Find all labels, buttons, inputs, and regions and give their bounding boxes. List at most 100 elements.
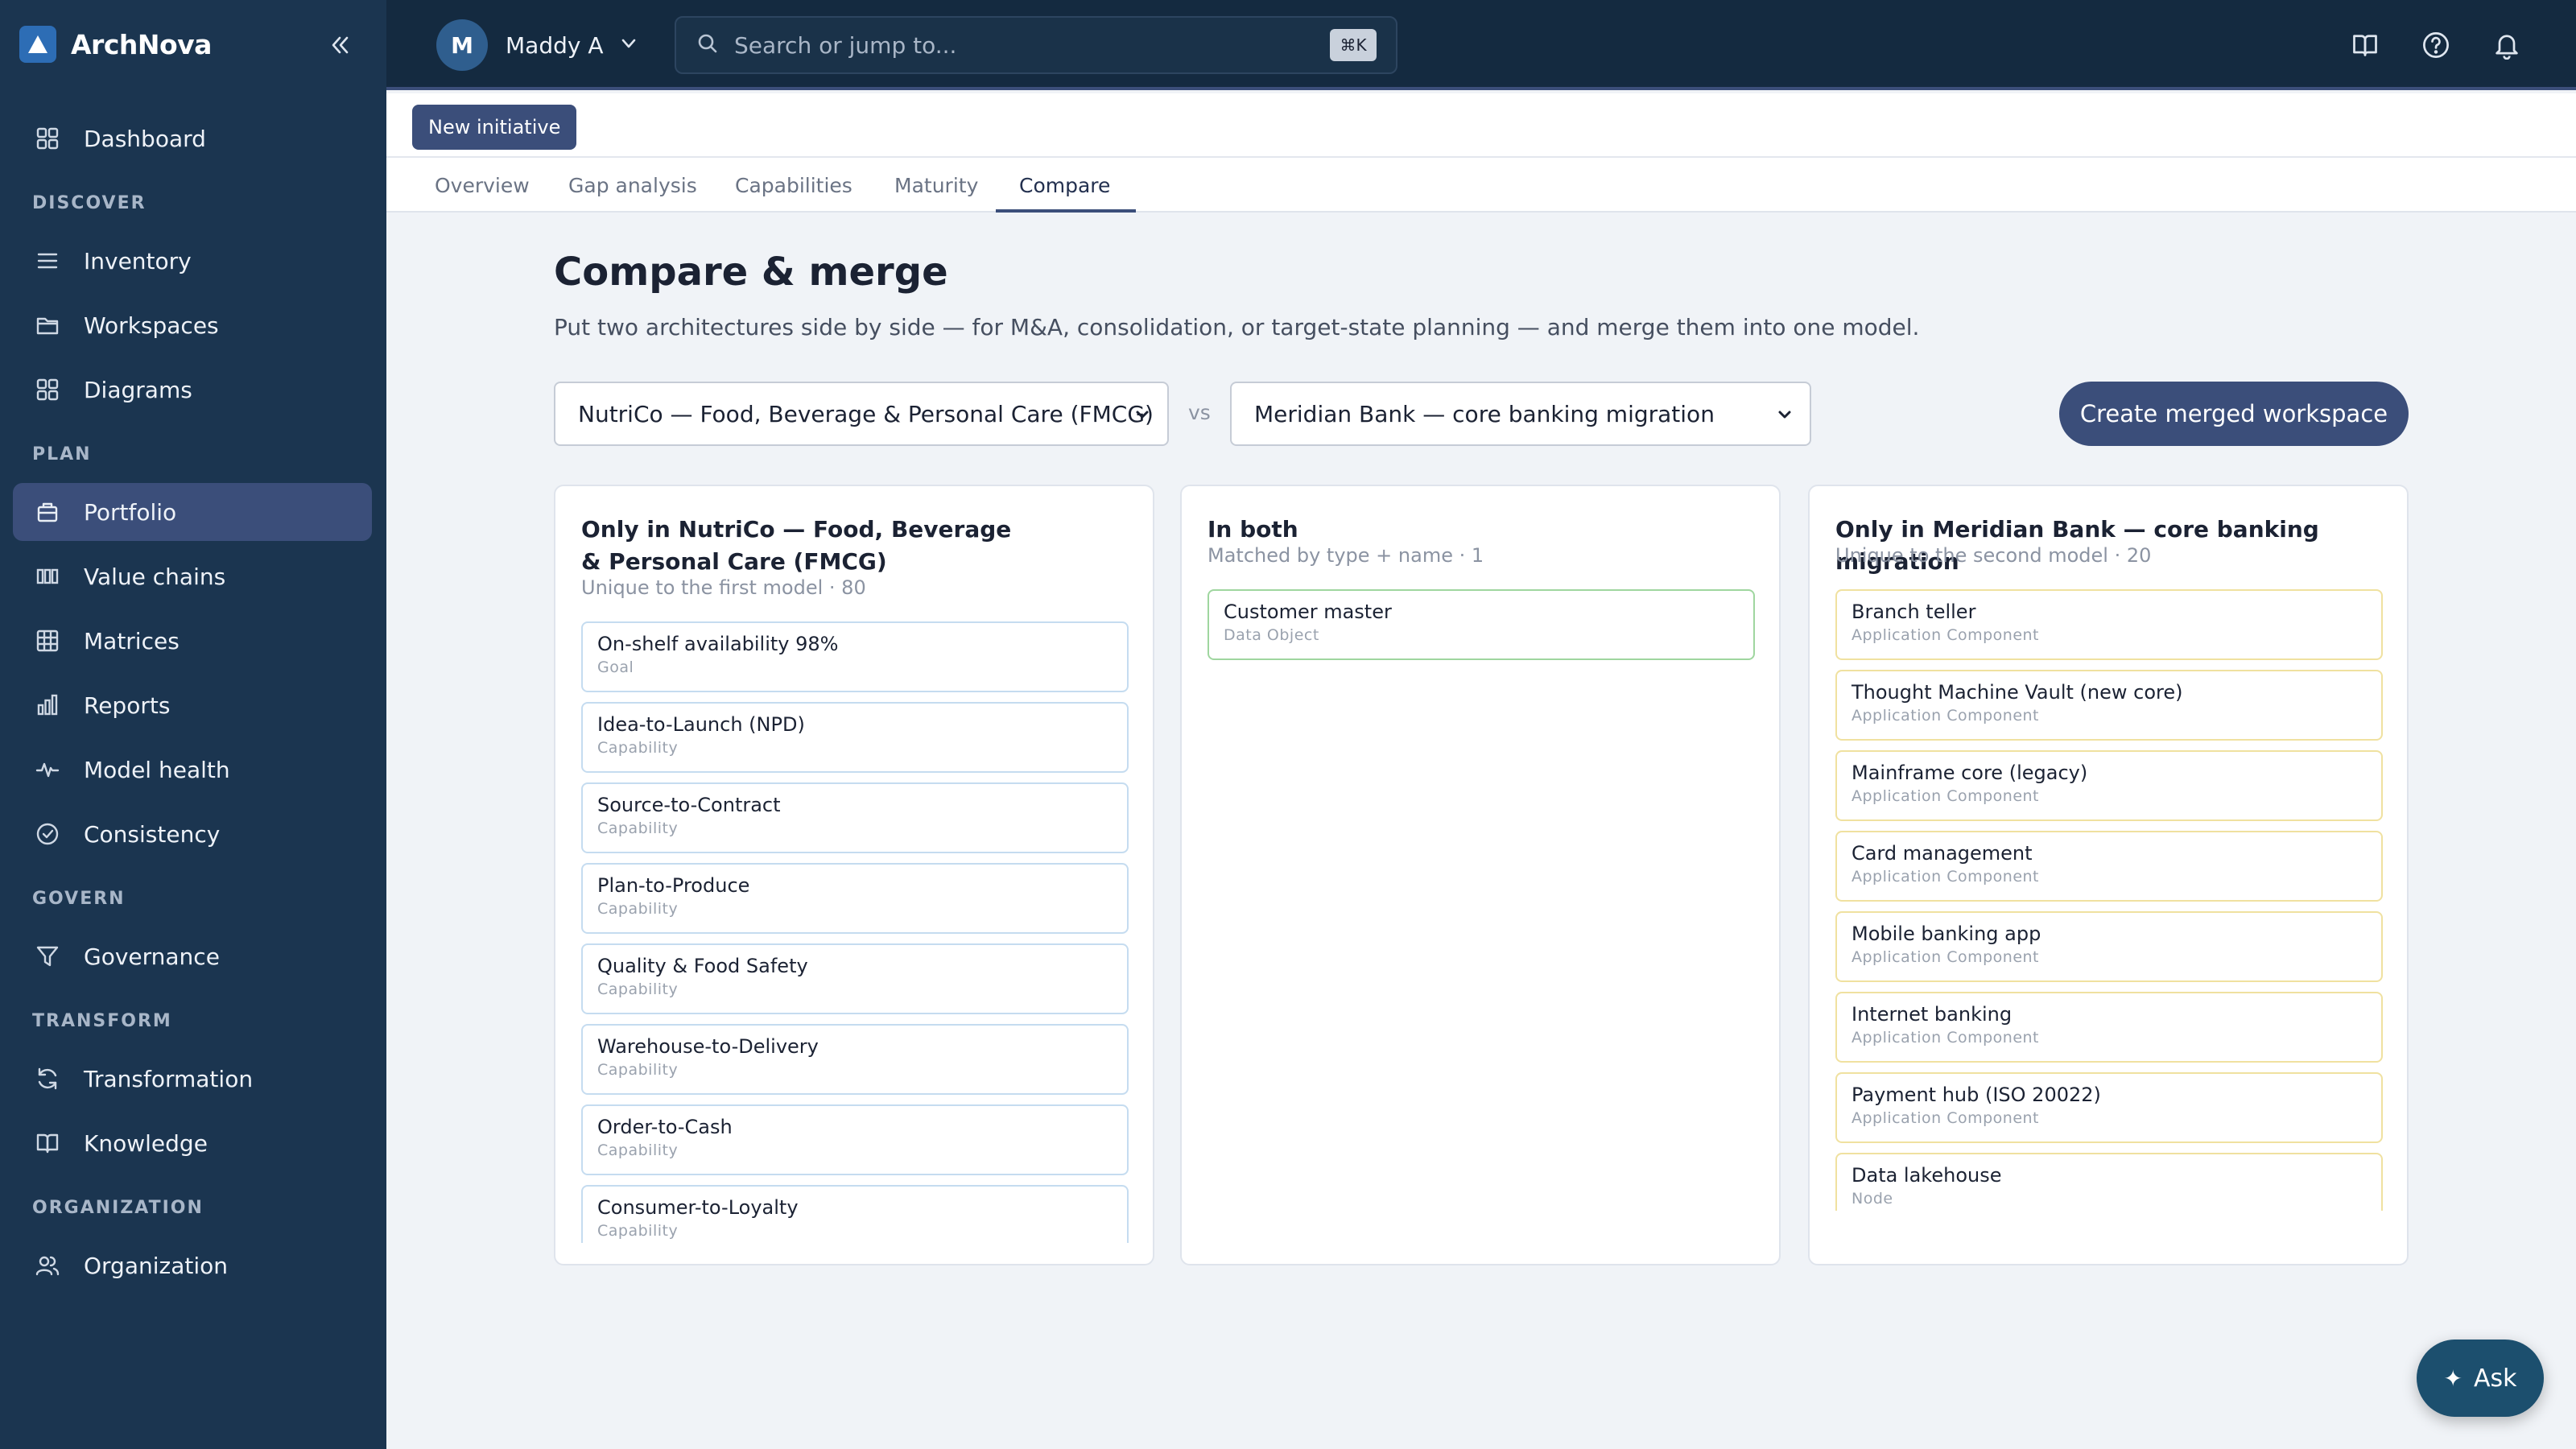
vs-label: vs xyxy=(1188,401,1211,424)
second-model-selected: Meridian Bank — core banking migration xyxy=(1254,400,1715,427)
panel-title: In both xyxy=(1208,516,1298,543)
ask-assistant-button[interactable]: ✦ Ask xyxy=(2417,1340,2544,1417)
item-name: Payment hub (ISO 20022) xyxy=(1852,1084,2101,1106)
panel-meta: Unique to the second model · 20 xyxy=(1835,544,2152,567)
tab-gap-analysis[interactable]: Gap analysis xyxy=(568,158,697,213)
tabs-bar: Overview Gap analysis Capabilities Matur… xyxy=(386,158,2576,213)
panel-meta: Unique to the first model · 80 xyxy=(581,576,866,599)
tab-capabilities[interactable]: Capabilities xyxy=(735,158,852,213)
refresh-icon xyxy=(32,1063,63,1094)
second-only-list: Branch teller Application Component Thoug… xyxy=(1835,589,2383,1211)
user-menu[interactable]: M Maddy A xyxy=(436,19,639,71)
keyboard-shortcut-badge: ⌘K xyxy=(1330,29,1377,61)
tab-overview[interactable]: Overview xyxy=(435,158,530,213)
item-name: On-shelf availability 98% xyxy=(597,633,839,655)
list-item[interactable]: Mobile banking app Application Component xyxy=(1835,911,2383,982)
list-item[interactable]: Source-to-Contract Capability xyxy=(581,782,1129,853)
page-subtitle: Put two architectures side by side — for… xyxy=(554,314,1920,341)
active-tab-indicator xyxy=(996,209,1136,213)
sidebar-item-reports[interactable]: Reports xyxy=(13,676,372,734)
sidebar-item-diagrams[interactable]: Diagrams xyxy=(13,361,372,419)
new-initiative-button[interactable]: New initiative xyxy=(412,105,577,150)
check-circle-icon xyxy=(32,819,63,849)
list-item[interactable]: Card management Application Component xyxy=(1835,831,2383,902)
tab-compare[interactable]: Compare xyxy=(1019,158,1110,213)
bell-icon[interactable] xyxy=(2484,23,2529,68)
item-type: Capability xyxy=(597,819,679,837)
search-bar[interactable]: ⌘K xyxy=(675,16,1397,74)
list-item[interactable]: Branch teller Application Component xyxy=(1835,589,2383,660)
sidebar-item-matrices[interactable]: Matrices xyxy=(13,612,372,670)
list-item[interactable]: Quality & Food Safety Capability xyxy=(581,943,1129,1014)
item-type: Capability xyxy=(597,739,679,757)
users-icon xyxy=(32,1250,63,1281)
sidebar-item-label: Portfolio xyxy=(84,498,177,526)
item-name: Warehouse-to-Delivery xyxy=(597,1035,819,1058)
archnova-logo-icon xyxy=(19,26,56,63)
item-type: Node xyxy=(1852,1190,1893,1208)
item-type: Capability xyxy=(597,900,679,918)
sidebar-item-label: Model health xyxy=(84,756,230,783)
list-item[interactable]: Internet banking Application Component xyxy=(1835,992,2383,1063)
sidebar-item-knowledge[interactable]: Knowledge xyxy=(13,1114,372,1172)
sidebar-item-transformation[interactable]: Transformation xyxy=(13,1050,372,1108)
sidebar-item-consistency[interactable]: Consistency xyxy=(13,805,372,863)
item-name: Data lakehouse xyxy=(1852,1164,2002,1187)
list-item[interactable]: Payment hub (ISO 20022) Application Compo… xyxy=(1835,1072,2383,1143)
sidebar-item-dashboard[interactable]: Dashboard xyxy=(13,109,372,167)
second-model-select[interactable]: Meridian Bank — core banking migration xyxy=(1230,382,1811,446)
item-name: Plan-to-Produce xyxy=(597,874,750,897)
section-govern: GOVERN xyxy=(32,889,126,909)
ask-label: Ask xyxy=(2473,1364,2517,1393)
chevron-down-icon xyxy=(1774,404,1795,431)
docs-book-icon[interactable] xyxy=(2343,23,2388,68)
item-name: Internet banking xyxy=(1852,1003,2013,1026)
list-item[interactable]: Warehouse-to-Delivery Capability xyxy=(581,1024,1129,1095)
list-item[interactable]: On-shelf availability 98% Goal xyxy=(581,621,1129,692)
item-type: Goal xyxy=(597,658,634,676)
avatar: M xyxy=(436,19,488,71)
sidebar-item-governance[interactable]: Governance xyxy=(13,927,372,985)
tab-maturity[interactable]: Maturity xyxy=(894,158,978,213)
list-item[interactable]: Consumer-to-Loyalty Capability xyxy=(581,1185,1129,1243)
only-in-first-panel: Only in NutriCo — Food, Beverage & Perso… xyxy=(554,485,1154,1265)
sidebar-item-model-health[interactable]: Model health xyxy=(13,741,372,799)
item-name: Consumer-to-Loyalty xyxy=(597,1196,799,1219)
search-input[interactable] xyxy=(734,31,1298,59)
list-item[interactable]: Order-to-Cash Capability xyxy=(581,1104,1129,1175)
briefcase-icon xyxy=(32,497,63,527)
columns-icon xyxy=(32,561,63,592)
sidebar-item-label: Value chains xyxy=(84,563,226,590)
list-item[interactable]: Mainframe core (legacy) Application Compo… xyxy=(1835,750,2383,821)
create-merged-workspace-button[interactable]: Create merged workspace xyxy=(2059,382,2409,446)
sidebar-item-workspaces[interactable]: Workspaces xyxy=(13,296,372,354)
first-model-select[interactable]: NutriCo — Food, Beverage & Personal Care… xyxy=(554,382,1169,446)
sparkle-icon: ✦ xyxy=(2443,1364,2462,1392)
sidebar-item-label: Transformation xyxy=(84,1065,254,1092)
list-item[interactable]: Customer master Data Object xyxy=(1208,589,1755,660)
sidebar-item-organization[interactable]: Organization xyxy=(13,1236,372,1294)
section-organization: ORGANIZATION xyxy=(32,1198,204,1218)
sidebar-item-portfolio[interactable]: Portfolio xyxy=(13,483,372,541)
help-icon[interactable] xyxy=(2413,23,2458,68)
list-item[interactable]: Thought Machine Vault (new core) Applicat… xyxy=(1835,670,2383,741)
collapse-sidebar-icon[interactable] xyxy=(319,24,361,66)
sidebar-item-label: Organization xyxy=(84,1252,229,1279)
brand[interactable]: ArchNova xyxy=(19,24,212,64)
list-item[interactable]: Idea-to-Launch (NPD) Capability xyxy=(581,702,1129,773)
diagram-grid-icon xyxy=(32,374,63,405)
chevron-down-icon xyxy=(1132,404,1153,431)
sidebar: ArchNova Dashboard DISCOVER Inventory Wo… xyxy=(0,0,386,1449)
item-name: Mobile banking app xyxy=(1852,923,2041,945)
sidebar-item-value-chains[interactable]: Value chains xyxy=(13,547,372,605)
panel-meta: Matched by type + name · 1 xyxy=(1208,544,1484,567)
sidebar-item-label: Dashboard xyxy=(84,125,206,152)
sidebar-item-label: Workspaces xyxy=(84,312,219,339)
list-item[interactable]: Data lakehouse Node xyxy=(1835,1153,2383,1211)
in-both-list: Customer master Data Object xyxy=(1208,589,1755,686)
item-type: Capability xyxy=(597,1141,679,1159)
list-icon xyxy=(32,246,63,276)
sidebar-item-inventory[interactable]: Inventory xyxy=(13,232,372,290)
first-model-selected: NutriCo — Food, Beverage & Personal Care… xyxy=(578,400,1154,427)
list-item[interactable]: Plan-to-Produce Capability xyxy=(581,863,1129,934)
